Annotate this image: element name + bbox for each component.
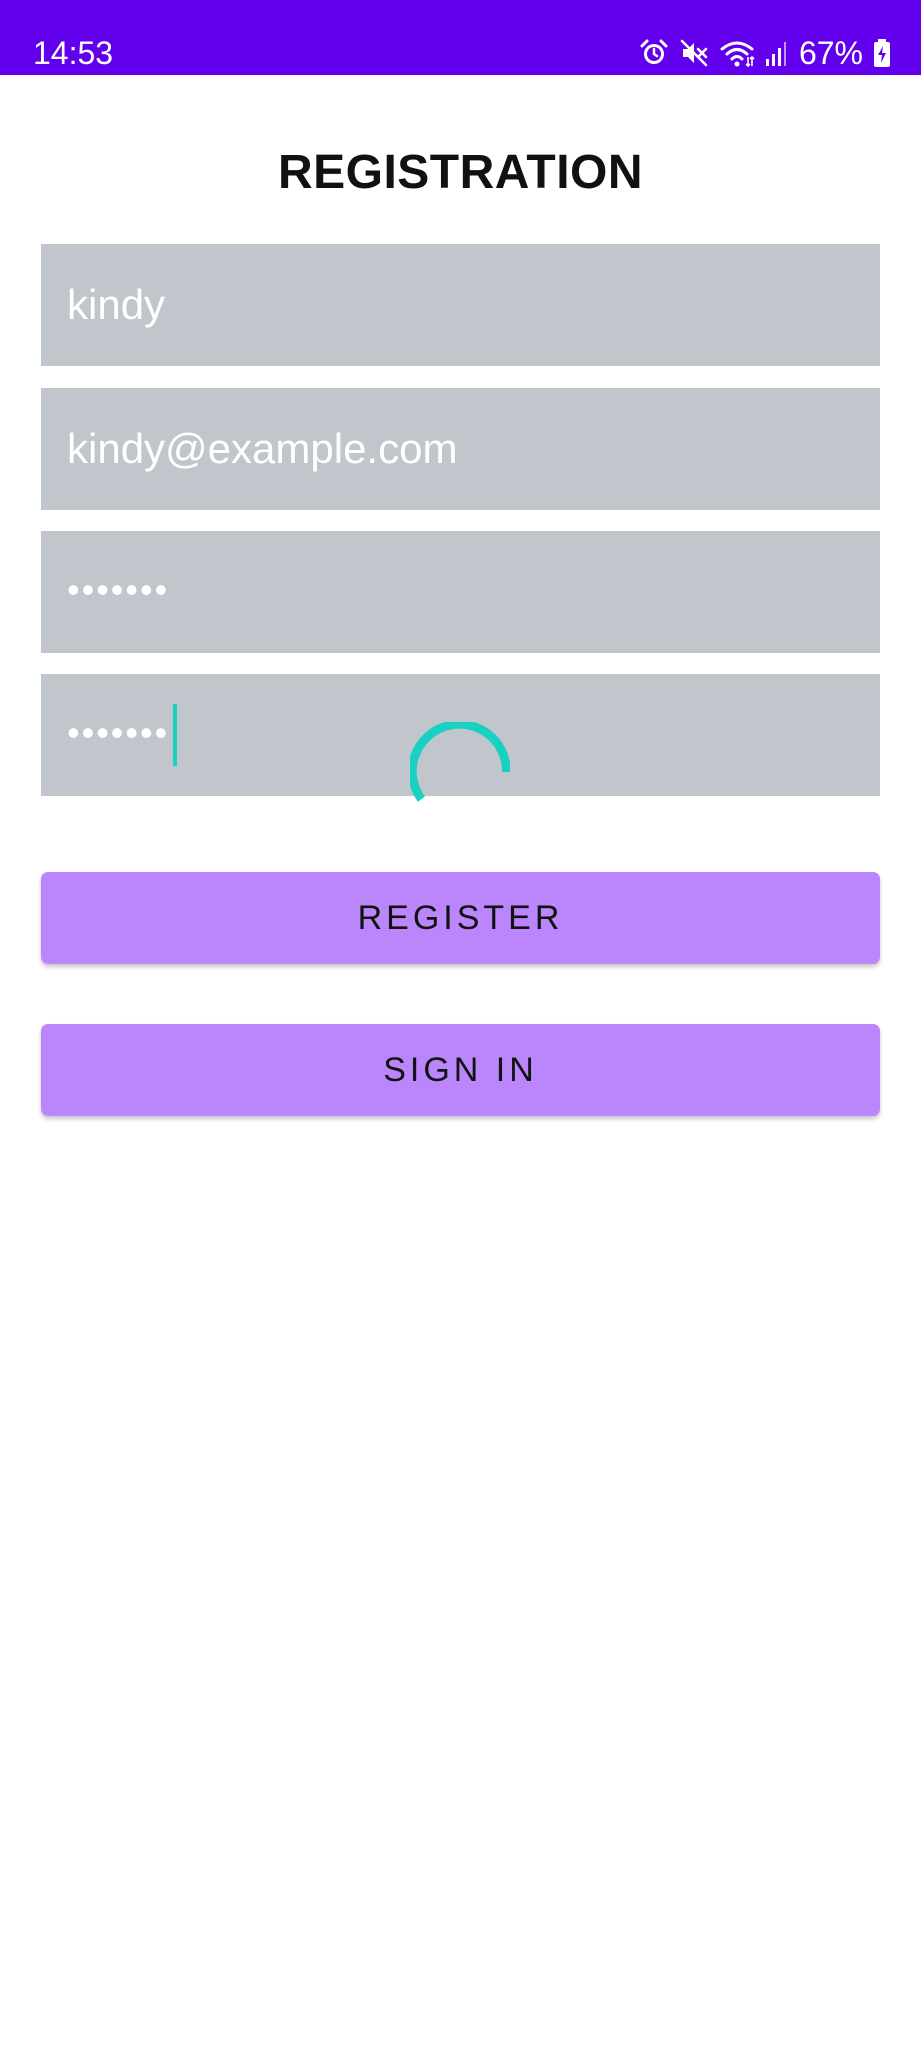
text-cursor [173,704,178,766]
password-field-value: ••••••• [67,569,170,610]
alarm-icon [639,38,669,68]
name-field[interactable]: kindy [41,244,880,366]
confirm-password-field-value: ••••••• [67,712,170,753]
battery-percentage: 67% [798,34,863,71]
password-field[interactable]: ••••••• [41,531,880,653]
loading-spinner-icon [410,722,510,802]
email-field[interactable]: kindy@example.com [41,388,880,510]
wifi-icon [719,38,755,68]
register-button[interactable]: REGISTER [41,872,880,964]
name-field-value: kindy [67,281,166,328]
battery-icon [873,38,891,68]
status-time: 14:53 [33,35,114,71]
sign-in-button[interactable]: SIGN IN [41,1024,880,1116]
status-icons: 67% [639,33,891,73]
email-field-value: kindy@example.com [67,425,458,472]
mute-icon [679,38,709,68]
page-title: REGISTRATION [277,146,644,199]
status-bar: 14:53 67% [0,0,921,75]
signal-icon [765,39,787,67]
